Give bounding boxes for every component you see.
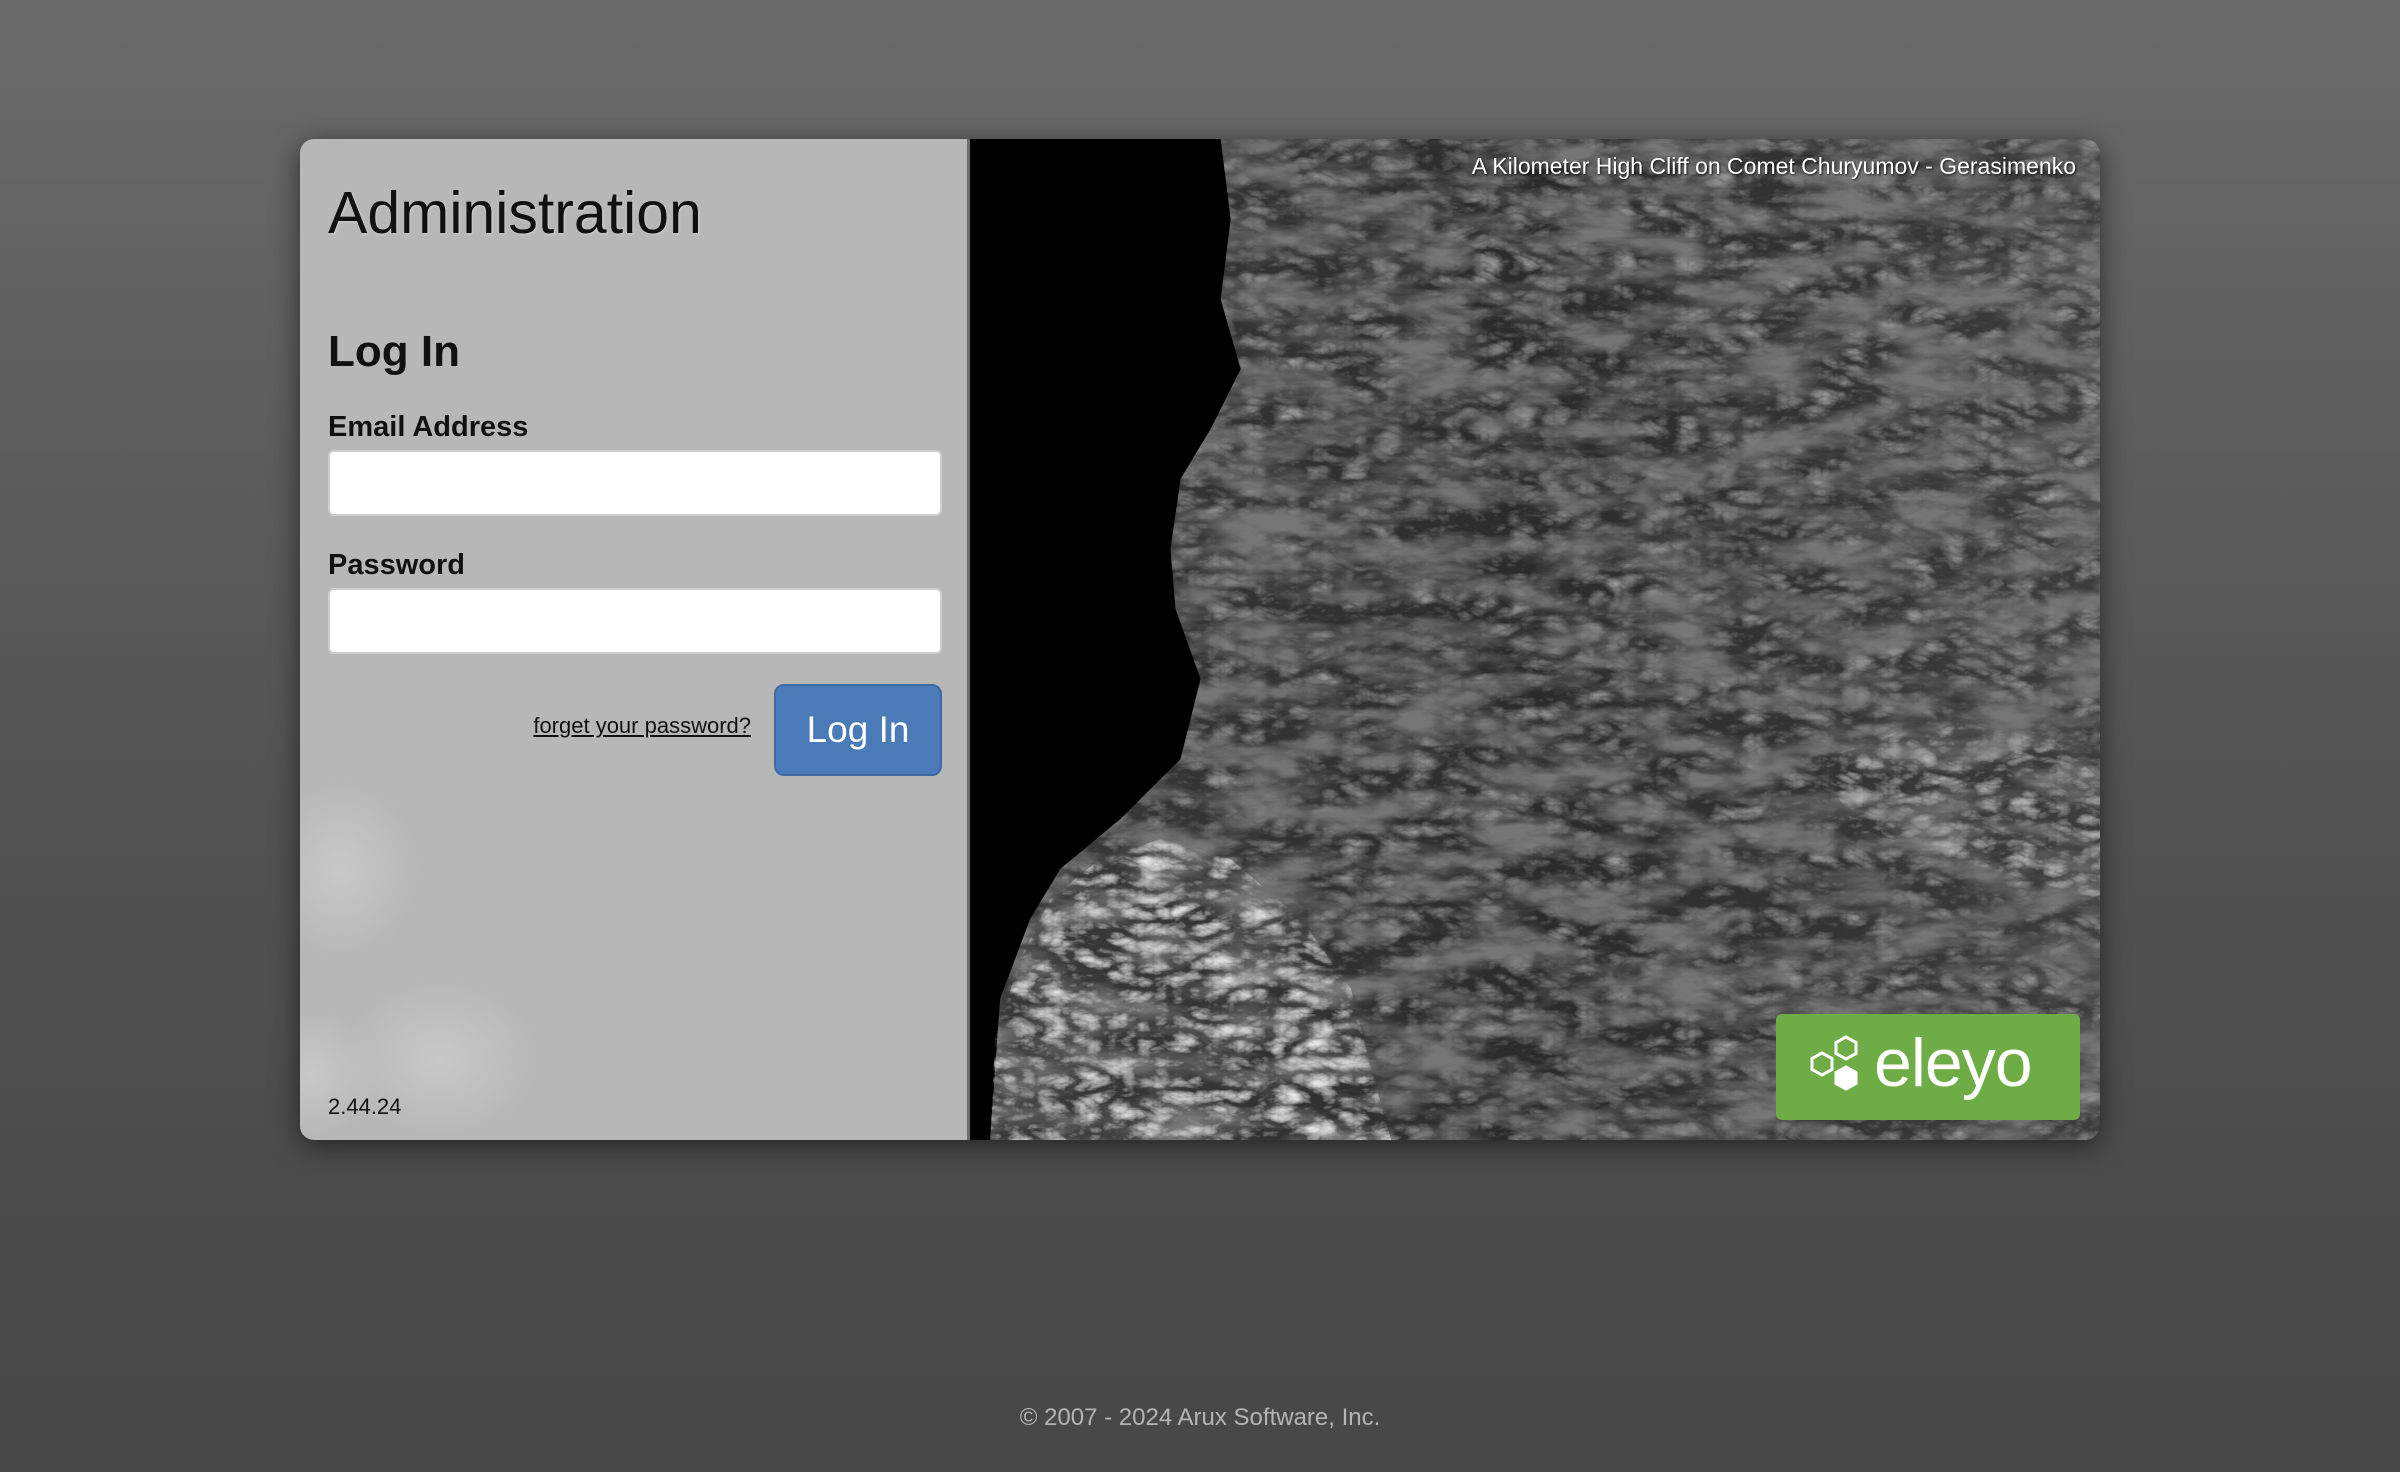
eleyo-logo: eleyo — [1776, 1014, 2080, 1120]
logo-wordmark: eleyo — [1874, 1025, 2033, 1101]
photo-caption: A Kilometer High Cliff on Comet Churyumo… — [1471, 153, 2076, 179]
forgot-password-link[interactable]: forget your password? — [533, 713, 751, 739]
login-panel: Administration Log In Email Address Pass… — [300, 139, 970, 1140]
password-label: Password — [328, 549, 465, 581]
login-heading: Log In — [328, 327, 460, 376]
page-title: Administration — [328, 180, 702, 246]
background-cloud — [300, 779, 420, 959]
background-photo-panel: A Kilometer High Cliff on Comet Churyumo… — [970, 139, 2100, 1140]
version-label: 2.44.24 — [328, 1094, 402, 1119]
login-card: Administration Log In Email Address Pass… — [300, 139, 2100, 1140]
login-button[interactable]: Log In — [774, 684, 942, 776]
email-label: Email Address — [328, 411, 529, 443]
copyright-footer: © 2007 - 2024 Arux Software, Inc. — [1019, 1404, 1381, 1431]
email-field[interactable] — [328, 450, 942, 516]
hexagon-cluster-icon — [1810, 1035, 1858, 1091]
password-field[interactable] — [328, 588, 942, 654]
comet-cliff-photo — [970, 139, 2100, 1140]
